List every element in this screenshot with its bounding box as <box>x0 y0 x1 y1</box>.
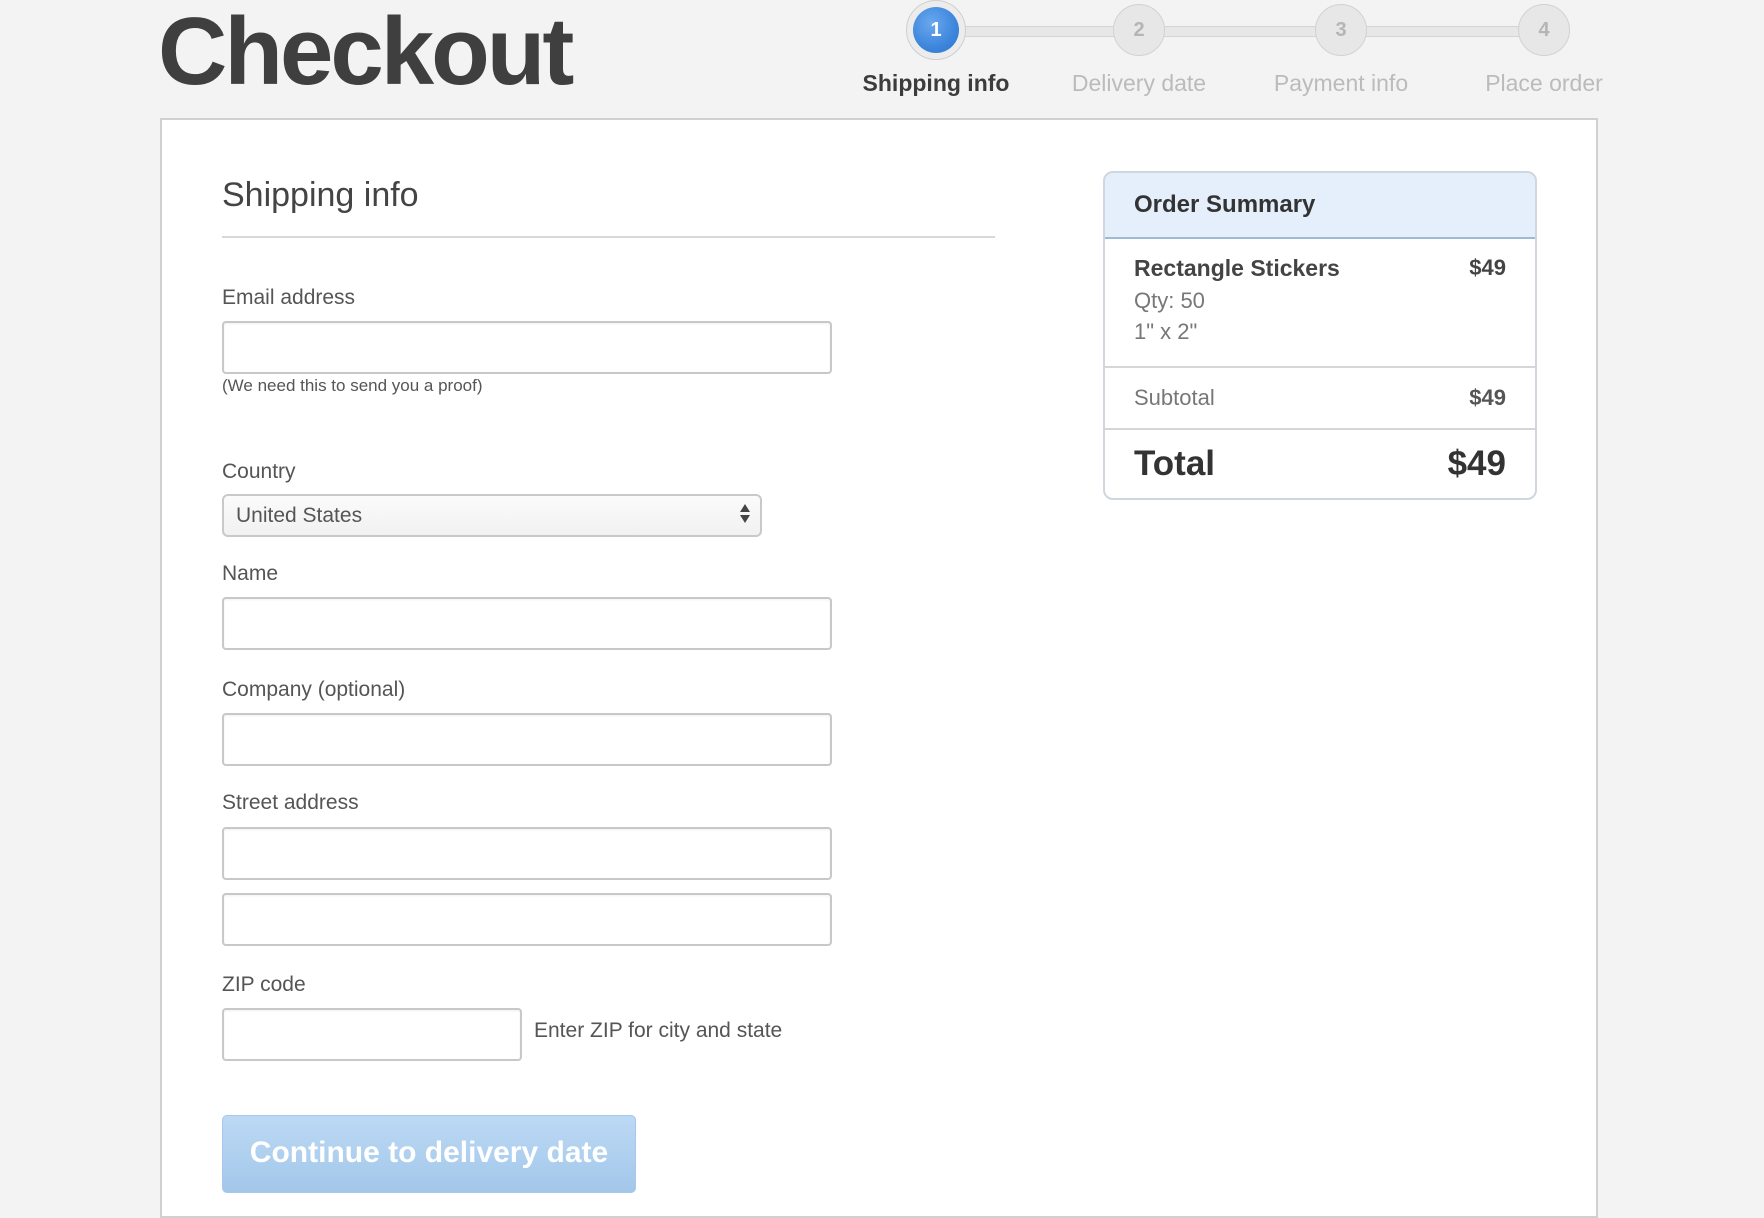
checkout-panel: Shipping info Email address (We need thi… <box>160 118 1598 1218</box>
summary-line-item: Rectangle Stickers $49 Qty: 50 1" x 2" <box>1105 239 1535 368</box>
step-circle: 1 <box>906 0 966 60</box>
zip-field[interactable] <box>222 1008 522 1061</box>
step-number: 4 <box>1518 4 1570 56</box>
section-divider <box>222 236 995 238</box>
email-label: Email address <box>222 286 356 309</box>
street-label: Street address <box>222 791 359 814</box>
step-shipping-info[interactable]: 1 Shipping info <box>836 0 1036 97</box>
street-line2-field[interactable] <box>222 893 832 946</box>
name-field[interactable] <box>222 597 832 650</box>
item-name: Rectangle Stickers <box>1134 255 1340 281</box>
street-line1-field[interactable] <box>222 827 832 880</box>
order-summary: Order Summary Rectangle Stickers $49 Qty… <box>1103 171 1537 500</box>
country-select[interactable]: United States <box>222 494 762 537</box>
section-title: Shipping info <box>222 176 419 214</box>
summary-total-row: Total $49 <box>1105 430 1535 498</box>
zip-helper-text: Enter ZIP for city and state <box>534 1019 783 1042</box>
step-number: 1 <box>913 7 959 53</box>
step-label: Place order <box>1485 70 1603 96</box>
item-size: 1" x 2" <box>1134 319 1198 344</box>
subtotal-label: Subtotal <box>1134 385 1215 410</box>
step-number: 2 <box>1113 4 1165 56</box>
summary-subtotal-row: Subtotal $49 <box>1105 368 1535 430</box>
continue-button[interactable]: Continue to delivery date <box>222 1115 636 1193</box>
step-label: Payment info <box>1273 70 1409 96</box>
checkout-progress: 1 Shipping info 2 Delivery date 3 Paymen… <box>0 0 1764 110</box>
step-delivery-date[interactable]: 2 Delivery date <box>1039 4 1239 97</box>
company-field[interactable] <box>222 713 832 766</box>
company-label: Company (optional) <box>222 678 406 701</box>
country-selected-value: United States <box>236 503 363 527</box>
zip-label: ZIP code <box>222 973 306 996</box>
item-quantity: Qty: 50 <box>1134 288 1205 313</box>
step-label: Shipping info <box>862 70 1010 96</box>
email-field[interactable] <box>222 321 832 374</box>
name-label: Name <box>222 562 279 585</box>
total-value: $49 <box>1447 444 1506 483</box>
item-price: $49 <box>1469 255 1506 280</box>
select-arrows-icon <box>740 504 752 528</box>
country-label: Country <box>222 460 296 483</box>
subtotal-value: $49 <box>1469 385 1506 410</box>
step-place-order[interactable]: 4 Place order <box>1444 4 1644 97</box>
order-summary-title: Order Summary <box>1105 173 1535 239</box>
step-label: Delivery date <box>1071 70 1207 96</box>
email-hint: (We need this to send you a proof) <box>222 376 483 395</box>
total-label: Total <box>1134 444 1216 483</box>
step-number: 3 <box>1315 4 1367 56</box>
step-payment-info[interactable]: 3 Payment info <box>1241 4 1441 97</box>
